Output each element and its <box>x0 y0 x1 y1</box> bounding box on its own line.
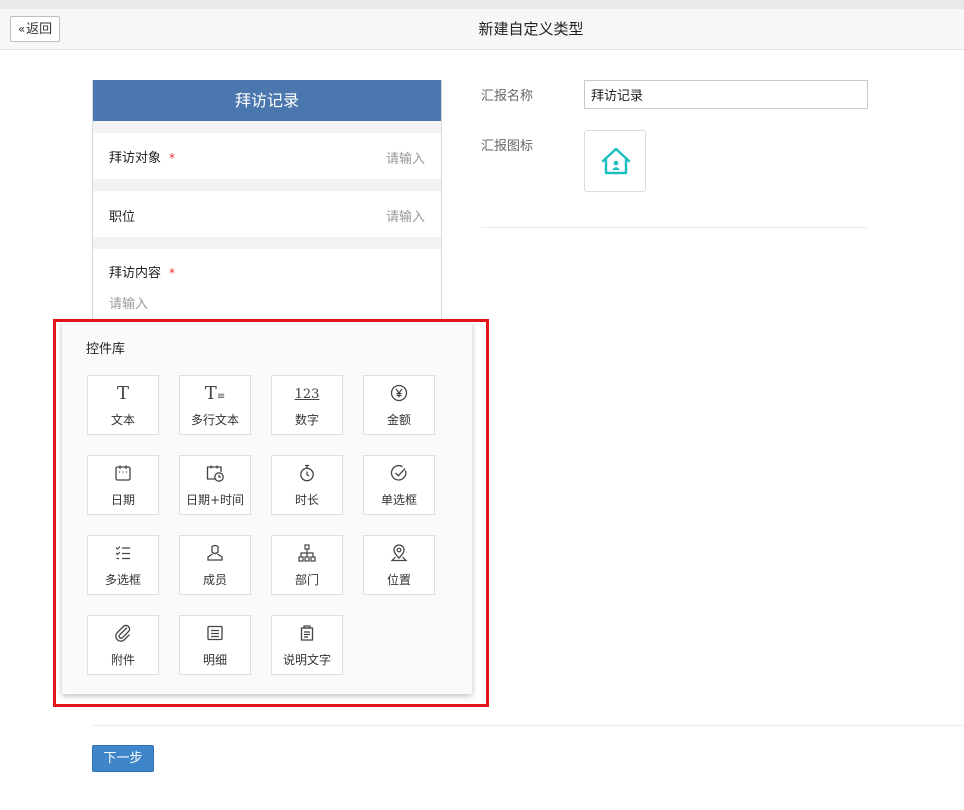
window-top-strip <box>0 0 964 9</box>
preview-row-placeholder: 请输入 <box>109 297 149 312</box>
page-header: 新建自定义类型 «返回 <box>0 9 964 50</box>
preview-row-visit-target[interactable]: 拜访对象 * 请输入 <box>93 133 441 179</box>
preview-row-placeholder: 请输入 <box>385 152 425 167</box>
preview-title: 拜访记录 <box>93 80 441 121</box>
form-preview: 拜访记录 拜访对象 * 请输入 职位 请输入 拜访内容 * 请输入 <box>92 80 442 330</box>
preview-row-visit-content[interactable]: 拜访内容 * 请输入 <box>93 249 441 329</box>
page-title: 新建自定义类型 <box>478 20 584 38</box>
preview-row-label: 职位 <box>109 210 136 225</box>
back-button-label: 返回 <box>26 22 53 37</box>
report-name-input[interactable] <box>584 80 868 109</box>
required-mark: * <box>169 266 176 280</box>
back-button[interactable]: «返回 <box>10 16 60 42</box>
form-divider <box>481 227 868 228</box>
preview-row-label: 拜访对象 <box>109 151 162 166</box>
report-name-label: 汇报名称 <box>481 89 534 104</box>
footer-divider <box>92 725 964 726</box>
highlight-box <box>53 319 489 707</box>
next-step-button[interactable]: 下一步 <box>92 745 154 772</box>
preview-row-placeholder: 请输入 <box>385 210 425 225</box>
preview-row-position[interactable]: 职位 请输入 <box>93 191 441 237</box>
double-chevron-left-icon: « <box>17 22 26 36</box>
required-mark: * <box>169 151 176 165</box>
preview-row-label: 拜访内容 <box>109 266 162 281</box>
house-user-icon <box>601 147 631 175</box>
report-icon-label: 汇报图标 <box>481 139 534 154</box>
report-icon-picker[interactable] <box>584 130 646 192</box>
